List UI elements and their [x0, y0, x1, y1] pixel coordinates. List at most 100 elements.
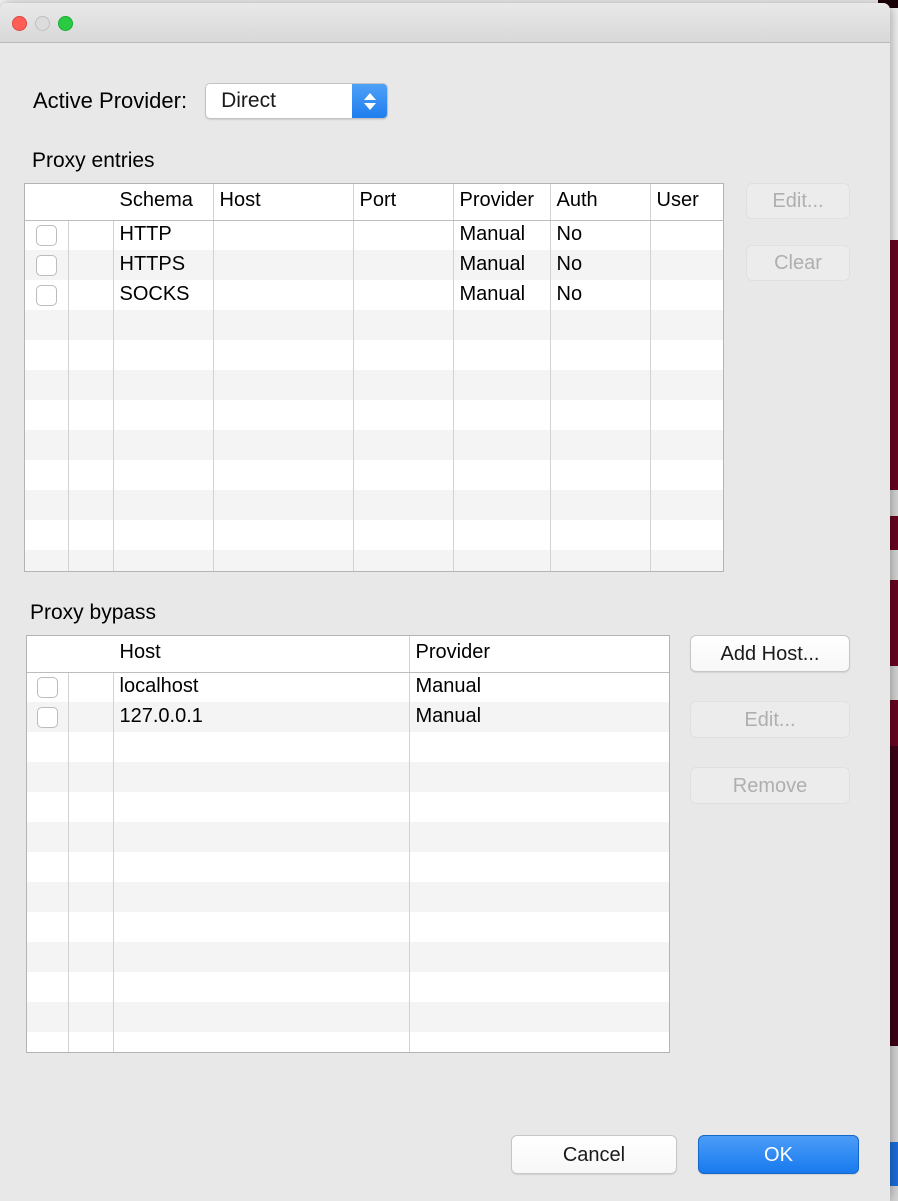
col-host[interactable]: Host — [113, 636, 410, 673]
empty-cell[interactable] — [68, 520, 114, 550]
empty-cell[interactable] — [113, 1002, 410, 1032]
empty-cell[interactable] — [68, 762, 114, 792]
row-checkbox-cell[interactable] — [27, 672, 69, 702]
empty-cell[interactable] — [353, 550, 454, 571]
empty-cell[interactable] — [68, 912, 114, 942]
checkbox-icon[interactable] — [36, 676, 58, 698]
empty-cell[interactable] — [409, 942, 669, 972]
empty-cell[interactable] — [25, 340, 69, 370]
empty-cell[interactable] — [113, 972, 410, 1002]
cell-schema[interactable]: HTTPS — [113, 250, 214, 280]
table-row-empty[interactable] — [27, 1002, 669, 1032]
empty-cell[interactable] — [68, 732, 114, 762]
table-row-empty[interactable] — [27, 852, 669, 882]
empty-cell[interactable] — [353, 490, 454, 520]
empty-cell[interactable] — [113, 310, 214, 340]
empty-cell[interactable] — [409, 822, 669, 852]
empty-cell[interactable] — [25, 490, 69, 520]
col-port[interactable]: Port — [353, 184, 454, 221]
empty-cell[interactable] — [27, 822, 69, 852]
empty-cell[interactable] — [409, 972, 669, 1002]
col-user[interactable]: User — [650, 184, 723, 221]
table-row-empty[interactable] — [27, 732, 669, 762]
empty-cell[interactable] — [213, 400, 354, 430]
empty-cell[interactable] — [409, 852, 669, 882]
row-checkbox-cell[interactable] — [25, 280, 69, 310]
col-provider[interactable]: Provider — [409, 636, 669, 673]
zoom-button[interactable] — [58, 16, 73, 31]
empty-cell[interactable] — [453, 430, 551, 460]
row-spacer-cell[interactable] — [68, 672, 114, 702]
empty-cell[interactable] — [409, 762, 669, 792]
empty-cell[interactable] — [113, 550, 214, 571]
bypass-add-host-button[interactable]: Add Host... — [690, 635, 850, 672]
empty-cell[interactable] — [68, 370, 114, 400]
col-select[interactable] — [27, 636, 68, 673]
cell-provider[interactable]: Manual — [409, 672, 669, 702]
cell-host[interactable] — [213, 280, 354, 310]
col-spacer[interactable] — [68, 636, 113, 673]
empty-cell[interactable] — [550, 520, 651, 550]
cell-port[interactable] — [353, 280, 454, 310]
empty-cell[interactable] — [650, 550, 723, 571]
empty-cell[interactable] — [68, 340, 114, 370]
empty-cell[interactable] — [650, 490, 723, 520]
table-row-empty[interactable] — [27, 792, 669, 822]
cell-auth[interactable]: No — [550, 280, 651, 310]
row-checkbox-cell[interactable] — [25, 220, 69, 250]
table-row-empty[interactable] — [25, 550, 723, 571]
table-row-empty[interactable] — [27, 822, 669, 852]
cell-provider[interactable]: Manual — [453, 220, 551, 250]
empty-cell[interactable] — [113, 762, 410, 792]
active-provider-select[interactable]: Direct — [205, 83, 389, 119]
cell-user[interactable] — [650, 250, 723, 280]
row-spacer-cell[interactable] — [68, 702, 114, 732]
empty-cell[interactable] — [353, 460, 454, 490]
empty-cell[interactable] — [27, 1032, 69, 1052]
cell-host[interactable] — [213, 250, 354, 280]
empty-cell[interactable] — [68, 310, 114, 340]
empty-cell[interactable] — [113, 490, 214, 520]
row-spacer-cell[interactable] — [68, 250, 114, 280]
table-row-empty[interactable] — [27, 762, 669, 792]
empty-cell[interactable] — [68, 490, 114, 520]
empty-cell[interactable] — [650, 430, 723, 460]
empty-cell[interactable] — [650, 340, 723, 370]
empty-cell[interactable] — [213, 550, 354, 571]
empty-cell[interactable] — [213, 430, 354, 460]
cancel-button[interactable]: Cancel — [511, 1135, 677, 1174]
table-row-empty[interactable] — [27, 942, 669, 972]
table-row[interactable]: 127.0.0.1 Manual — [27, 702, 669, 732]
empty-cell[interactable] — [68, 550, 114, 571]
table-row-empty[interactable] — [25, 430, 723, 460]
cell-port[interactable] — [353, 220, 454, 250]
cell-auth[interactable]: No — [550, 250, 651, 280]
empty-cell[interactable] — [353, 400, 454, 430]
table-row-empty[interactable] — [25, 400, 723, 430]
table-row-empty[interactable] — [25, 310, 723, 340]
empty-cell[interactable] — [113, 852, 410, 882]
empty-cell[interactable] — [453, 550, 551, 571]
empty-cell[interactable] — [213, 370, 354, 400]
cell-schema[interactable]: HTTP — [113, 220, 214, 250]
empty-cell[interactable] — [113, 792, 410, 822]
empty-cell[interactable] — [353, 520, 454, 550]
empty-cell[interactable] — [353, 430, 454, 460]
empty-cell[interactable] — [409, 882, 669, 912]
empty-cell[interactable] — [213, 340, 354, 370]
empty-cell[interactable] — [68, 852, 114, 882]
empty-cell[interactable] — [25, 460, 69, 490]
empty-cell[interactable] — [25, 370, 69, 400]
empty-cell[interactable] — [68, 942, 114, 972]
empty-cell[interactable] — [409, 912, 669, 942]
empty-cell[interactable] — [550, 550, 651, 571]
empty-cell[interactable] — [353, 310, 454, 340]
empty-cell[interactable] — [453, 400, 551, 430]
empty-cell[interactable] — [113, 340, 214, 370]
empty-cell[interactable] — [27, 732, 69, 762]
empty-cell[interactable] — [113, 732, 410, 762]
row-checkbox-cell[interactable] — [27, 702, 69, 732]
empty-cell[interactable] — [68, 972, 114, 1002]
cell-auth[interactable]: No — [550, 220, 651, 250]
empty-cell[interactable] — [113, 400, 214, 430]
